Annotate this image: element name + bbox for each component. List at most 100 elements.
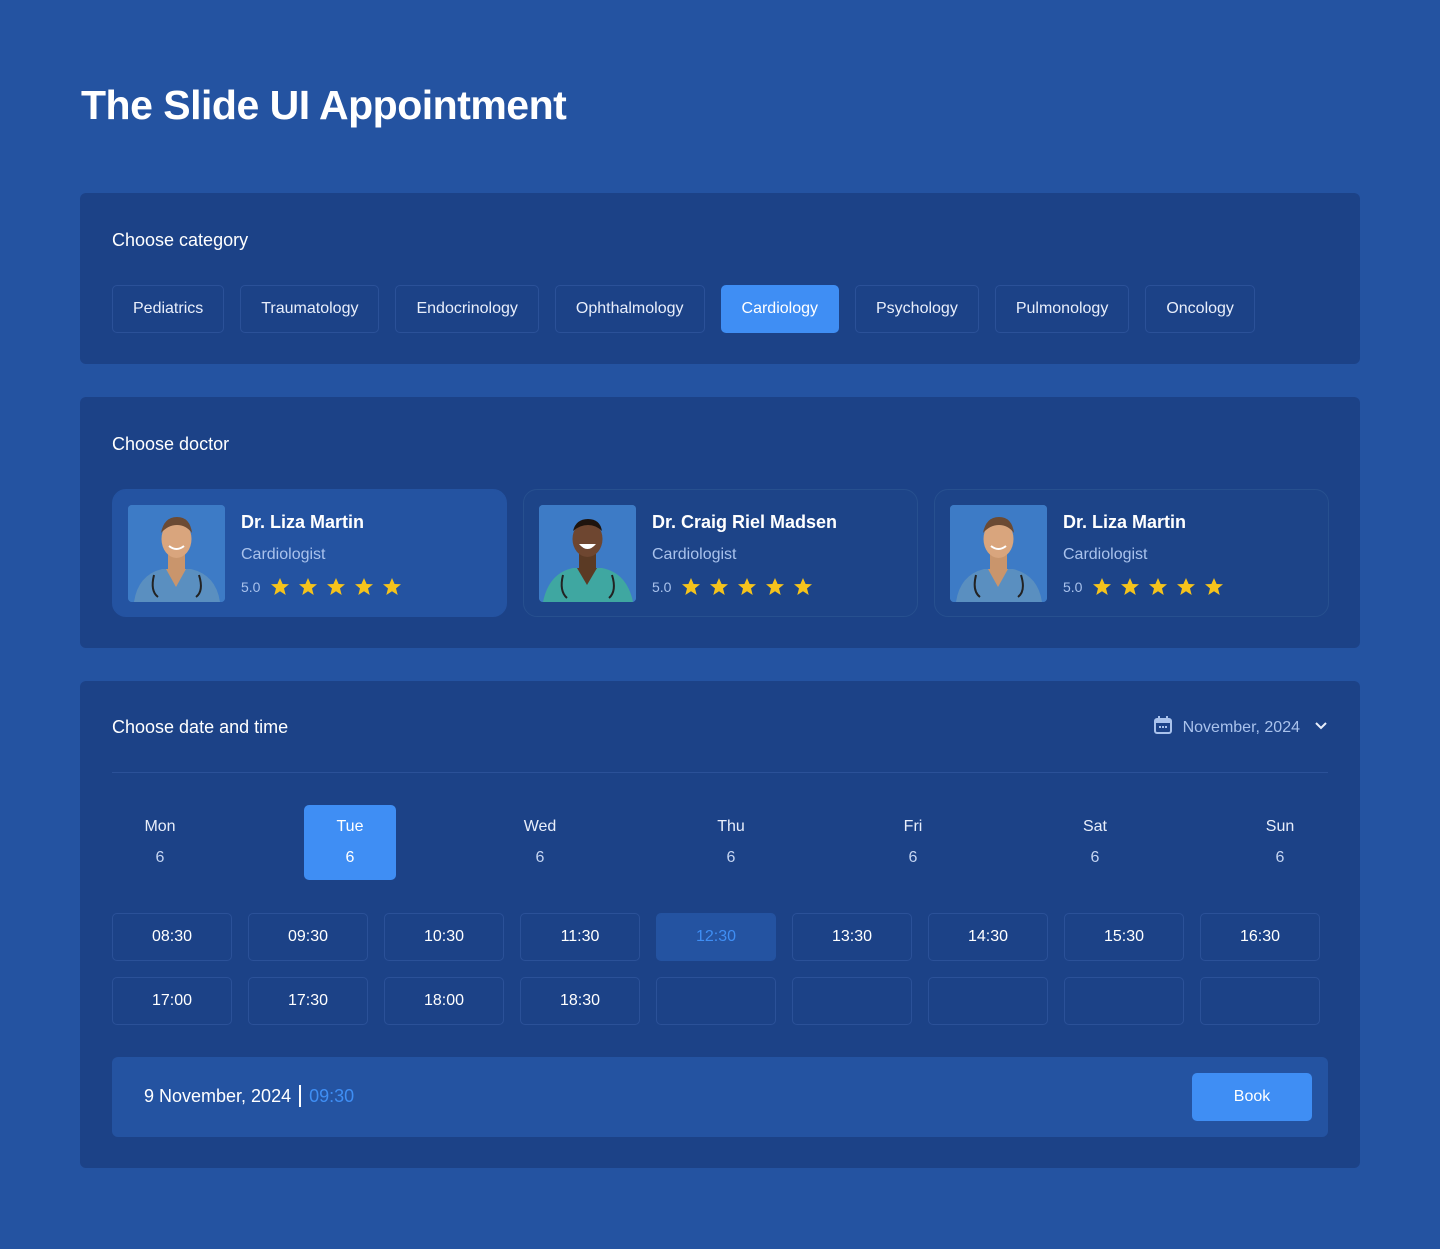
time-slot-empty	[928, 977, 1048, 1025]
selected-date: 9 November, 2024	[144, 1085, 292, 1106]
day-name: Wed	[523, 818, 557, 835]
day-thu[interactable]: Thu 6	[685, 805, 777, 880]
star-icon	[1121, 578, 1140, 595]
star-icon	[682, 578, 701, 595]
selected-datetime: 9 November, 2024 09:30	[144, 1085, 354, 1107]
star-icon	[383, 578, 402, 595]
day-name: Sat	[1082, 818, 1107, 835]
separator	[299, 1085, 302, 1107]
selected-time: 09:30	[309, 1085, 355, 1106]
star-icon	[299, 578, 318, 595]
day-number: 6	[726, 849, 736, 866]
time-slot-empty	[656, 977, 776, 1025]
day-tue[interactable]: Tue 6	[304, 805, 396, 880]
datetime-panel-title: Choose date and time	[112, 717, 289, 737]
time-slot-empty	[792, 977, 912, 1025]
time-slot[interactable]: 16:30	[1200, 913, 1320, 961]
star-icon	[327, 578, 346, 595]
day-number: 6	[535, 849, 545, 866]
time-slot-grid: 08:30 09:30 10:30 11:30 12:30 13:30 14:3…	[112, 913, 1320, 1025]
category-chip-pediatrics[interactable]: Pediatrics	[112, 285, 225, 333]
doctor-panel: Choose doctor Dr. Liza Martin Cardiologi…	[80, 397, 1360, 648]
time-slot[interactable]: 12:30	[656, 913, 776, 961]
star-icon	[766, 578, 785, 595]
day-number: 6	[1090, 849, 1100, 866]
book-button[interactable]: Book	[1192, 1073, 1312, 1121]
doctor-specialty: Cardiologist	[241, 546, 326, 563]
category-chip-endocrinology[interactable]: Endocrinology	[395, 285, 539, 333]
category-chip-psychology[interactable]: Psychology	[855, 285, 979, 333]
day-sat[interactable]: Sat 6	[1049, 805, 1141, 880]
doctor-name: Dr. Craig Riel Madsen	[652, 512, 838, 532]
time-slot[interactable]: 08:30	[112, 913, 232, 961]
star-icon	[710, 578, 729, 595]
doctor-rating: 5.0	[652, 577, 821, 597]
rating-score: 5.0	[1063, 579, 1083, 595]
doctor-rating: 5.0	[241, 577, 410, 597]
category-chip-cardiology[interactable]: Cardiology	[720, 285, 839, 333]
doctor-avatar	[128, 505, 225, 602]
doctor-specialty: Cardiologist	[1063, 546, 1148, 563]
rating-score: 5.0	[241, 579, 261, 595]
day-name: Thu	[717, 818, 745, 835]
day-number: 6	[1275, 849, 1285, 866]
calendar-icon	[1153, 715, 1173, 740]
chevron-down-icon	[1314, 718, 1328, 737]
doctor-panel-title: Choose doctor	[112, 434, 230, 454]
doctor-list: Dr. Liza Martin Cardiologist 5.0 Dr. Cra…	[112, 489, 1329, 617]
day-name: Mon	[144, 818, 176, 835]
day-number: 6	[908, 849, 918, 866]
star-icon	[355, 578, 374, 595]
doctor-rating: 5.0	[1063, 577, 1232, 597]
day-sun[interactable]: Sun 6	[1234, 805, 1326, 880]
category-chip-traumatology[interactable]: Traumatology	[240, 285, 380, 333]
time-slot[interactable]: 13:30	[792, 913, 912, 961]
star-icon	[271, 578, 290, 595]
category-panel: Choose category Pediatrics Traumatology …	[80, 193, 1360, 364]
category-panel-title: Choose category	[112, 230, 249, 250]
category-chip-pulmonology[interactable]: Pulmonology	[994, 285, 1130, 333]
day-wed[interactable]: Wed 6	[494, 805, 586, 880]
time-slot[interactable]: 14:30	[928, 913, 1048, 961]
month-picker[interactable]: November, 2024	[1153, 715, 1328, 740]
star-icon	[794, 578, 813, 595]
divider	[112, 772, 1328, 773]
time-slot[interactable]: 17:00	[112, 977, 232, 1025]
doctor-name: Dr. Liza Martin	[241, 512, 365, 532]
category-chip-oncology[interactable]: Oncology	[1145, 285, 1255, 333]
star-icon	[738, 578, 757, 595]
day-number: 6	[155, 849, 165, 866]
doctor-avatar	[539, 505, 636, 602]
doctor-card[interactable]: Dr. Liza Martin Cardiologist 5.0	[934, 489, 1329, 617]
day-mon[interactable]: Mon 6	[114, 805, 206, 880]
time-slot[interactable]: 18:30	[520, 977, 640, 1025]
page-title: The Slide UI Appointment	[81, 82, 567, 128]
time-slot[interactable]: 11:30	[520, 913, 640, 961]
doctor-card[interactable]: Dr. Craig Riel Madsen Cardiologist 5.0	[523, 489, 918, 617]
star-icon	[1177, 578, 1196, 595]
month-label: November, 2024	[1182, 718, 1300, 736]
time-slot-empty	[1200, 977, 1320, 1025]
day-number: 6	[345, 849, 355, 866]
day-name: Tue	[336, 818, 364, 835]
doctor-card[interactable]: Dr. Liza Martin Cardiologist 5.0	[112, 489, 507, 617]
doctor-name: Dr. Liza Martin	[1063, 512, 1187, 532]
time-slot-empty	[1064, 977, 1184, 1025]
star-icon	[1205, 578, 1224, 595]
time-slot[interactable]: 10:30	[384, 913, 504, 961]
datetime-panel: Choose date and time November, 2024 Mon …	[80, 681, 1360, 1168]
category-list: Pediatrics Traumatology Endocrinology Op…	[112, 285, 1255, 333]
star-icon	[1149, 578, 1168, 595]
time-slot[interactable]: 17:30	[248, 977, 368, 1025]
category-chip-ophthalmology[interactable]: Ophthalmology	[554, 285, 705, 333]
day-name: Fri	[903, 818, 923, 835]
time-slot[interactable]: 18:00	[384, 977, 504, 1025]
doctor-specialty: Cardiologist	[652, 546, 737, 563]
star-icon	[1093, 578, 1112, 595]
day-name: Sun	[1265, 818, 1295, 835]
booking-summary: 9 November, 2024 09:30 Book	[112, 1057, 1328, 1137]
time-slot[interactable]: 15:30	[1064, 913, 1184, 961]
rating-score: 5.0	[652, 579, 672, 595]
day-fri[interactable]: Fri 6	[867, 805, 959, 880]
time-slot[interactable]: 09:30	[248, 913, 368, 961]
